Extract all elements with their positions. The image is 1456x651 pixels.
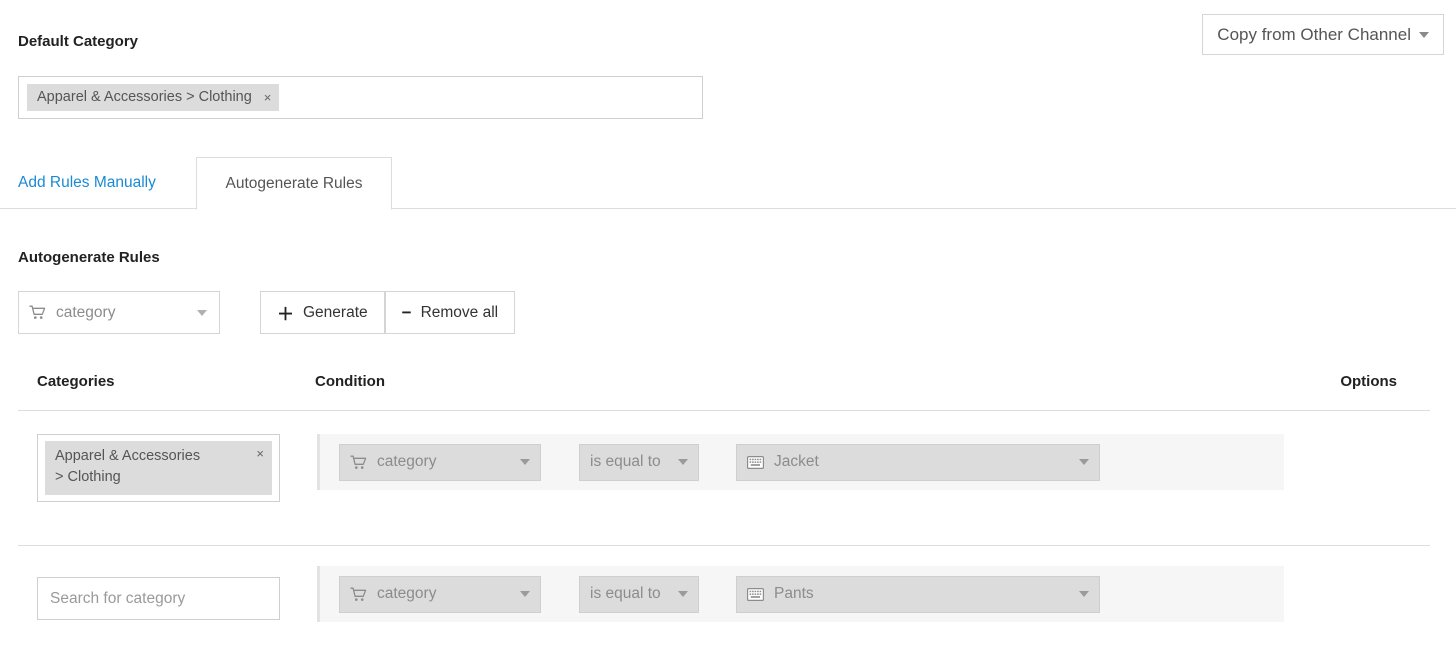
row-value-text: Pants <box>774 585 814 602</box>
row-separator <box>18 545 1430 546</box>
row-category-cell <box>37 577 280 620</box>
row-attribute-value: category <box>377 453 437 470</box>
row-category-tag-line2: > Clothing <box>55 469 121 486</box>
rules-tabs: Add Rules Manually Autogenerate Rules <box>0 157 1456 210</box>
autogenerate-attribute-select[interactable]: category <box>18 291 220 334</box>
row-attribute-value: category <box>377 585 437 602</box>
row-value-select[interactable]: Jacket <box>736 443 1100 481</box>
autogenerate-rules-page: Copy from Other Channel Default Category… <box>0 0 1456 651</box>
remove-all-button-label: Remove all <box>420 303 499 321</box>
chevron-down-icon <box>1079 459 1089 465</box>
autogenerate-controls: category ＋ Generate − Remove all <box>18 291 516 334</box>
default-category-tag-label: Apparel & Accessories > Clothing <box>37 88 252 105</box>
chevron-down-icon <box>678 591 688 597</box>
chevron-down-icon <box>1419 31 1429 38</box>
rules-table-header: Categories Condition Options <box>18 370 1430 411</box>
row-category-tag-box[interactable]: Apparel & Accessories > Clothing × <box>37 434 280 503</box>
table-row: category is equal to <box>0 566 1456 651</box>
default-category-title: Default Category <box>18 33 139 50</box>
row-attribute-select[interactable]: category <box>339 575 541 613</box>
autogenerate-attribute-value: category <box>56 303 116 321</box>
row-category-cell: Apparel & Accessories > Clothing × <box>37 434 280 503</box>
column-header-options: Options <box>1340 373 1397 390</box>
row-operator-select[interactable]: is equal to <box>579 443 699 481</box>
row-attribute-select[interactable]: category <box>339 443 541 481</box>
remove-tag-icon[interactable]: × <box>256 447 264 460</box>
row-operator-value: is equal to <box>590 453 661 470</box>
search-for-category-input[interactable] <box>37 577 280 620</box>
row-operator-select[interactable]: is equal to <box>579 575 699 613</box>
autogenerate-rules-heading: Autogenerate Rules <box>18 249 160 266</box>
chevron-down-icon <box>678 459 688 465</box>
plus-icon: ＋ <box>277 305 294 324</box>
default-category-field[interactable]: Apparel & Accessories > Clothing × <box>18 76 703 119</box>
column-header-condition: Condition <box>315 373 385 390</box>
copy-from-other-channel-button[interactable]: Copy from Other Channel <box>1202 14 1444 55</box>
remove-tag-icon[interactable]: × <box>264 91 272 104</box>
row-condition-block: category is equal to <box>317 434 1284 490</box>
tab-add-rules-manually[interactable]: Add Rules Manually <box>18 157 156 209</box>
row-operator-value: is equal to <box>590 585 661 602</box>
row-condition-block: category is equal to <box>317 566 1284 622</box>
row-category-tag: Apparel & Accessories > Clothing × <box>45 441 272 496</box>
generate-button[interactable]: ＋ Generate <box>260 291 385 334</box>
keyboard-icon <box>747 455 764 469</box>
minus-icon: − <box>401 302 412 322</box>
cart-icon <box>350 587 367 602</box>
cart-icon <box>29 305 46 320</box>
chevron-down-icon <box>520 459 530 465</box>
table-row: Apparel & Accessories > Clothing × categ… <box>0 434 1456 538</box>
row-category-tag-line1: Apparel & Accessories <box>55 448 201 464</box>
copy-from-other-channel-label: Copy from Other Channel <box>1217 24 1411 44</box>
row-value-select[interactable]: Pants <box>736 575 1100 613</box>
default-category-tag: Apparel & Accessories > Clothing × <box>27 83 280 112</box>
cart-icon <box>350 455 367 470</box>
chevron-down-icon <box>1079 591 1089 597</box>
keyboard-icon <box>747 587 764 601</box>
chevron-down-icon <box>197 309 207 316</box>
tab-autogenerate-rules[interactable]: Autogenerate Rules <box>196 157 392 210</box>
remove-all-button[interactable]: − Remove all <box>384 291 516 334</box>
column-header-categories: Categories <box>37 373 115 390</box>
row-value-text: Jacket <box>774 453 819 470</box>
chevron-down-icon <box>520 591 530 597</box>
generate-button-label: Generate <box>303 303 368 321</box>
